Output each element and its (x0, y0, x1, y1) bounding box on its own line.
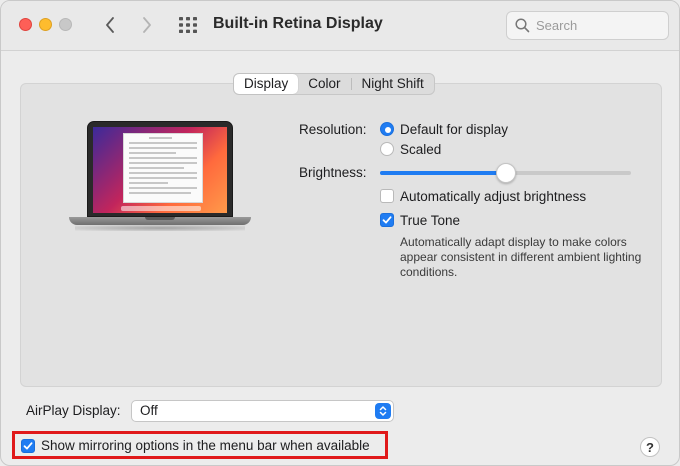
system-preferences-window: Built-in Retina Display Display Color Ni… (0, 0, 680, 466)
mirroring-options-label[interactable]: Show mirroring options in the menu bar w… (41, 438, 370, 453)
radio-scaled[interactable] (380, 142, 394, 156)
radio-default-for-display[interactable] (380, 122, 394, 136)
airplay-display-select[interactable]: Off (131, 400, 394, 422)
dock-thumbnail (121, 206, 201, 211)
true-tone-label[interactable]: True Tone (400, 213, 460, 228)
forward-button[interactable] (136, 13, 158, 37)
radio-default-for-display-label[interactable]: Default for display (400, 122, 508, 137)
help-button[interactable]: ? (640, 437, 660, 457)
laptop-shadow (75, 225, 245, 231)
tab-night-shift[interactable]: Night Shift (352, 74, 434, 94)
segmented-tab-control: Display Color Night Shift (233, 73, 435, 95)
mirroring-options-checkbox[interactable] (21, 439, 35, 453)
tab-display[interactable]: Display (234, 74, 299, 94)
auto-brightness-checkbox[interactable] (380, 189, 394, 203)
brightness-label: Brightness: (299, 165, 367, 180)
laptop-lid (87, 121, 233, 217)
airplay-display-label: AirPlay Display: (26, 403, 121, 418)
airplay-display-selected-value: Off (140, 403, 158, 418)
zoom-window-button[interactable] (59, 18, 72, 31)
title-bar: Built-in Retina Display (1, 1, 679, 51)
radio-scaled-label[interactable]: Scaled (400, 142, 441, 157)
brightness-slider[interactable] (380, 163, 631, 183)
search-field[interactable] (506, 11, 669, 40)
brightness-slider-knob[interactable] (495, 163, 516, 183)
back-button[interactable] (99, 13, 121, 37)
checkmark-icon (23, 442, 33, 450)
checkmark-icon (382, 216, 392, 224)
search-input[interactable] (536, 18, 656, 33)
updown-chevron-icon (375, 403, 391, 419)
laptop-screen (93, 127, 227, 213)
resolution-label: Resolution: (299, 122, 367, 137)
tab-color[interactable]: Color (298, 74, 350, 94)
document-window-thumbnail (123, 133, 203, 203)
chevron-right-icon (143, 17, 151, 33)
search-icon (515, 18, 530, 33)
window-title: Built-in Retina Display (213, 15, 383, 32)
auto-brightness-label[interactable]: Automatically adjust brightness (400, 189, 586, 204)
brightness-slider-fill (380, 171, 506, 175)
chevron-left-icon (106, 17, 114, 33)
true-tone-description: Automatically adapt display to make colo… (400, 235, 642, 279)
close-window-button[interactable] (19, 18, 32, 31)
minimize-window-button[interactable] (39, 18, 52, 31)
laptop-notch (145, 217, 175, 220)
show-all-grid-icon[interactable] (179, 17, 197, 33)
laptop-illustration (69, 121, 251, 231)
true-tone-checkbox[interactable] (380, 213, 394, 227)
